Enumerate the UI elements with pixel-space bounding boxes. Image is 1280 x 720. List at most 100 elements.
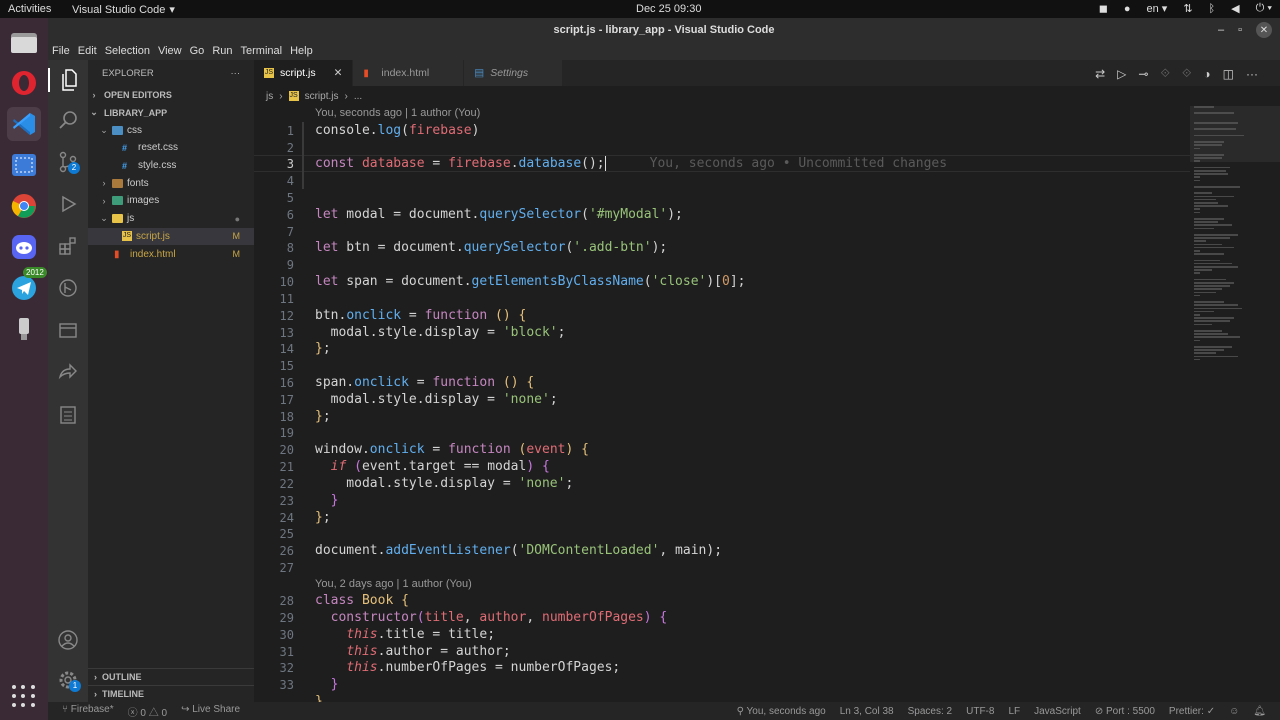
close-window-icon[interactable]: ✕ xyxy=(1256,22,1272,38)
code-line[interactable]: 12 btn.onclick = function () { xyxy=(254,307,1190,324)
close-tab-icon[interactable]: ✕ xyxy=(334,67,343,79)
live-server-port[interactable]: ⊘ Port : 5500 xyxy=(1095,706,1155,717)
explorer-icon[interactable] xyxy=(48,68,88,92)
manage-gear-icon[interactable]: 1 xyxy=(56,668,81,692)
minimize-icon[interactable]: – xyxy=(1218,24,1224,36)
breadcrumb-more[interactable]: ... xyxy=(354,91,362,102)
run-debug-icon[interactable] xyxy=(56,192,80,216)
language-mode[interactable]: JavaScript xyxy=(1034,706,1081,717)
code-line[interactable]: 13 modal.style.display = 'block'; xyxy=(254,324,1190,341)
menu-view[interactable]: View xyxy=(154,45,186,57)
code-line[interactable]: 22 modal.style.display = 'none'; xyxy=(254,475,1190,492)
code-line[interactable]: 10 let span = document.getElementsByClass… xyxy=(254,273,1190,290)
end-of-line[interactable]: LF xyxy=(1008,706,1020,717)
next-change-icon[interactable]: ⟐ xyxy=(1182,66,1191,81)
language-indicator[interactable]: en ▾ xyxy=(1146,2,1167,15)
menu-edit[interactable]: Edit xyxy=(74,45,101,57)
clock[interactable]: Dec 25 09:30 xyxy=(636,3,701,15)
cursor-position[interactable]: Ln 3, Col 38 xyxy=(840,706,894,717)
maximize-icon[interactable]: ▫ xyxy=(1238,24,1242,36)
live-share-icon[interactable] xyxy=(56,360,80,384)
activities-button[interactable]: Activities xyxy=(8,3,51,15)
show-applications-button[interactable] xyxy=(12,684,36,708)
prev-change-icon[interactable]: ⟐ xyxy=(1160,66,1169,81)
more-actions-icon[interactable]: ··· xyxy=(1246,67,1258,81)
breadcrumb-file[interactable]: script.js xyxy=(305,91,339,102)
tree-item-css[interactable]: ⌄ css xyxy=(88,121,254,139)
branch-indicator[interactable]: ⑂ Firebase* xyxy=(62,704,114,719)
code-editor[interactable]: You, seconds ago | 1 author (You) 1 conso… xyxy=(254,106,1190,702)
code-line[interactable]: 5 xyxy=(254,189,1190,206)
outline-section[interactable]: › OUTLINE xyxy=(88,668,254,685)
vscode-app-icon[interactable] xyxy=(7,107,41,141)
opera-app-icon[interactable] xyxy=(7,66,41,100)
bluetooth-icon[interactable]: ᛒ xyxy=(1209,3,1216,15)
notifications-icon[interactable]: 🔔︎ xyxy=(1253,706,1266,717)
tree-item-js[interactable]: ⌄ js ● xyxy=(88,210,254,228)
codelens-blame[interactable]: You, seconds ago | 1 author (You) xyxy=(315,107,480,119)
extensions-icon[interactable] xyxy=(56,234,80,258)
code-line[interactable]: 26 document.addEventListener('DOMContentL… xyxy=(254,542,1190,559)
tab-index-html[interactable]: ▮ index.html xyxy=(353,60,465,86)
files-app-icon[interactable] xyxy=(7,25,41,59)
code-line[interactable]: 33 } xyxy=(254,676,1190,693)
code-line[interactable]: 4 xyxy=(254,172,1190,189)
screenshot-app-icon[interactable] xyxy=(7,148,41,182)
blame-status[interactable]: ⚲ You, seconds ago xyxy=(737,706,826,717)
code-line[interactable]: 14}; xyxy=(254,340,1190,357)
indentation[interactable]: Spaces: 2 xyxy=(908,706,952,717)
app-menu[interactable]: Visual Studio Code ▾ xyxy=(72,3,175,17)
code-line[interactable]: 11 xyxy=(254,290,1190,307)
code-line[interactable]: 24}; xyxy=(254,509,1190,526)
more-actions-icon[interactable]: ··· xyxy=(231,68,241,79)
code-line[interactable]: 23 } xyxy=(254,492,1190,509)
code-line[interactable]: 16 span.onclick = function () { xyxy=(254,374,1190,391)
usb-drive-icon[interactable] xyxy=(7,312,41,346)
code-line[interactable]: 1 console.log(firebase) xyxy=(254,122,1190,139)
minimap[interactable] xyxy=(1190,86,1280,702)
code-line[interactable]: 9 xyxy=(254,256,1190,273)
code-line[interactable]: 29 constructor(title, author, numberOfPa… xyxy=(254,609,1190,626)
discord-tray-icon[interactable]: ◼ xyxy=(1099,2,1108,15)
tree-item-index-html[interactable]: ▮ index.html M xyxy=(88,245,254,263)
split-editor-icon[interactable]: ◫ xyxy=(1223,67,1234,81)
code-line[interactable]: 17 modal.style.display = 'none'; xyxy=(254,391,1190,408)
project-section[interactable]: ⌄ LIBRARY_APP xyxy=(88,104,254,122)
code-line[interactable]: 25 xyxy=(254,525,1190,542)
tree-item-images[interactable]: › images xyxy=(88,192,254,210)
gitlens-icon[interactable]: ◑ xyxy=(1203,67,1210,81)
chrome-app-icon[interactable] xyxy=(7,189,41,223)
git-graph-icon[interactable] xyxy=(56,276,80,300)
code-line[interactable]: 20 window.onclick = function (event) { xyxy=(254,441,1190,458)
tab-settings[interactable]: ▤ Settings xyxy=(464,60,564,86)
code-line[interactable]: 31 this.author = author; xyxy=(254,643,1190,660)
code-line[interactable]: 8 let btn = document.querySelector('.add-… xyxy=(254,239,1190,256)
code-line[interactable]: 6 let modal = document.querySelector('#my… xyxy=(254,206,1190,223)
menu-selection[interactable]: Selection xyxy=(101,45,154,57)
code-line[interactable]: 19 xyxy=(254,424,1190,441)
tree-item-fonts[interactable]: › fonts xyxy=(88,174,254,192)
code-line[interactable]: 15 xyxy=(254,357,1190,374)
chrome-tray-icon[interactable]: ● xyxy=(1124,3,1131,15)
code-line[interactable]: } xyxy=(254,693,1190,702)
tab-script-js[interactable]: JS script.js ✕ xyxy=(254,60,354,86)
code-line[interactable]: 32 this.numberOfPages = numberOfPages; xyxy=(254,659,1190,676)
feedback-icon[interactable]: ☺ xyxy=(1229,706,1239,717)
compare-changes-icon[interactable]: ⇄ xyxy=(1095,67,1105,81)
tree-item-script-js[interactable]: JS script.js M xyxy=(88,227,254,246)
menu-file[interactable]: File xyxy=(48,45,74,57)
timeline-section[interactable]: › TIMELINE xyxy=(88,685,254,702)
power-icon[interactable]: ⏻ ▾ xyxy=(1256,2,1272,15)
volume-icon[interactable]: ◀ xyxy=(1231,2,1239,15)
run-icon[interactable]: ▷ xyxy=(1117,67,1126,81)
code-line[interactable]: 30 this.title = title; xyxy=(254,626,1190,643)
git-commit-icon[interactable]: ⊸ xyxy=(1138,67,1148,81)
problems-indicator[interactable]: ⓧ 0 △ 0 xyxy=(128,704,167,719)
telegram-app-icon[interactable]: 2012 xyxy=(7,267,47,305)
menu-terminal[interactable]: Terminal xyxy=(237,45,287,57)
discord-app-icon[interactable] xyxy=(7,230,41,264)
search-icon[interactable] xyxy=(56,108,80,132)
live-share-button[interactable]: ↪ Live Share xyxy=(181,704,240,719)
network-icon[interactable]: ⇅ xyxy=(1183,2,1192,15)
menu-go[interactable]: Go xyxy=(186,45,209,57)
